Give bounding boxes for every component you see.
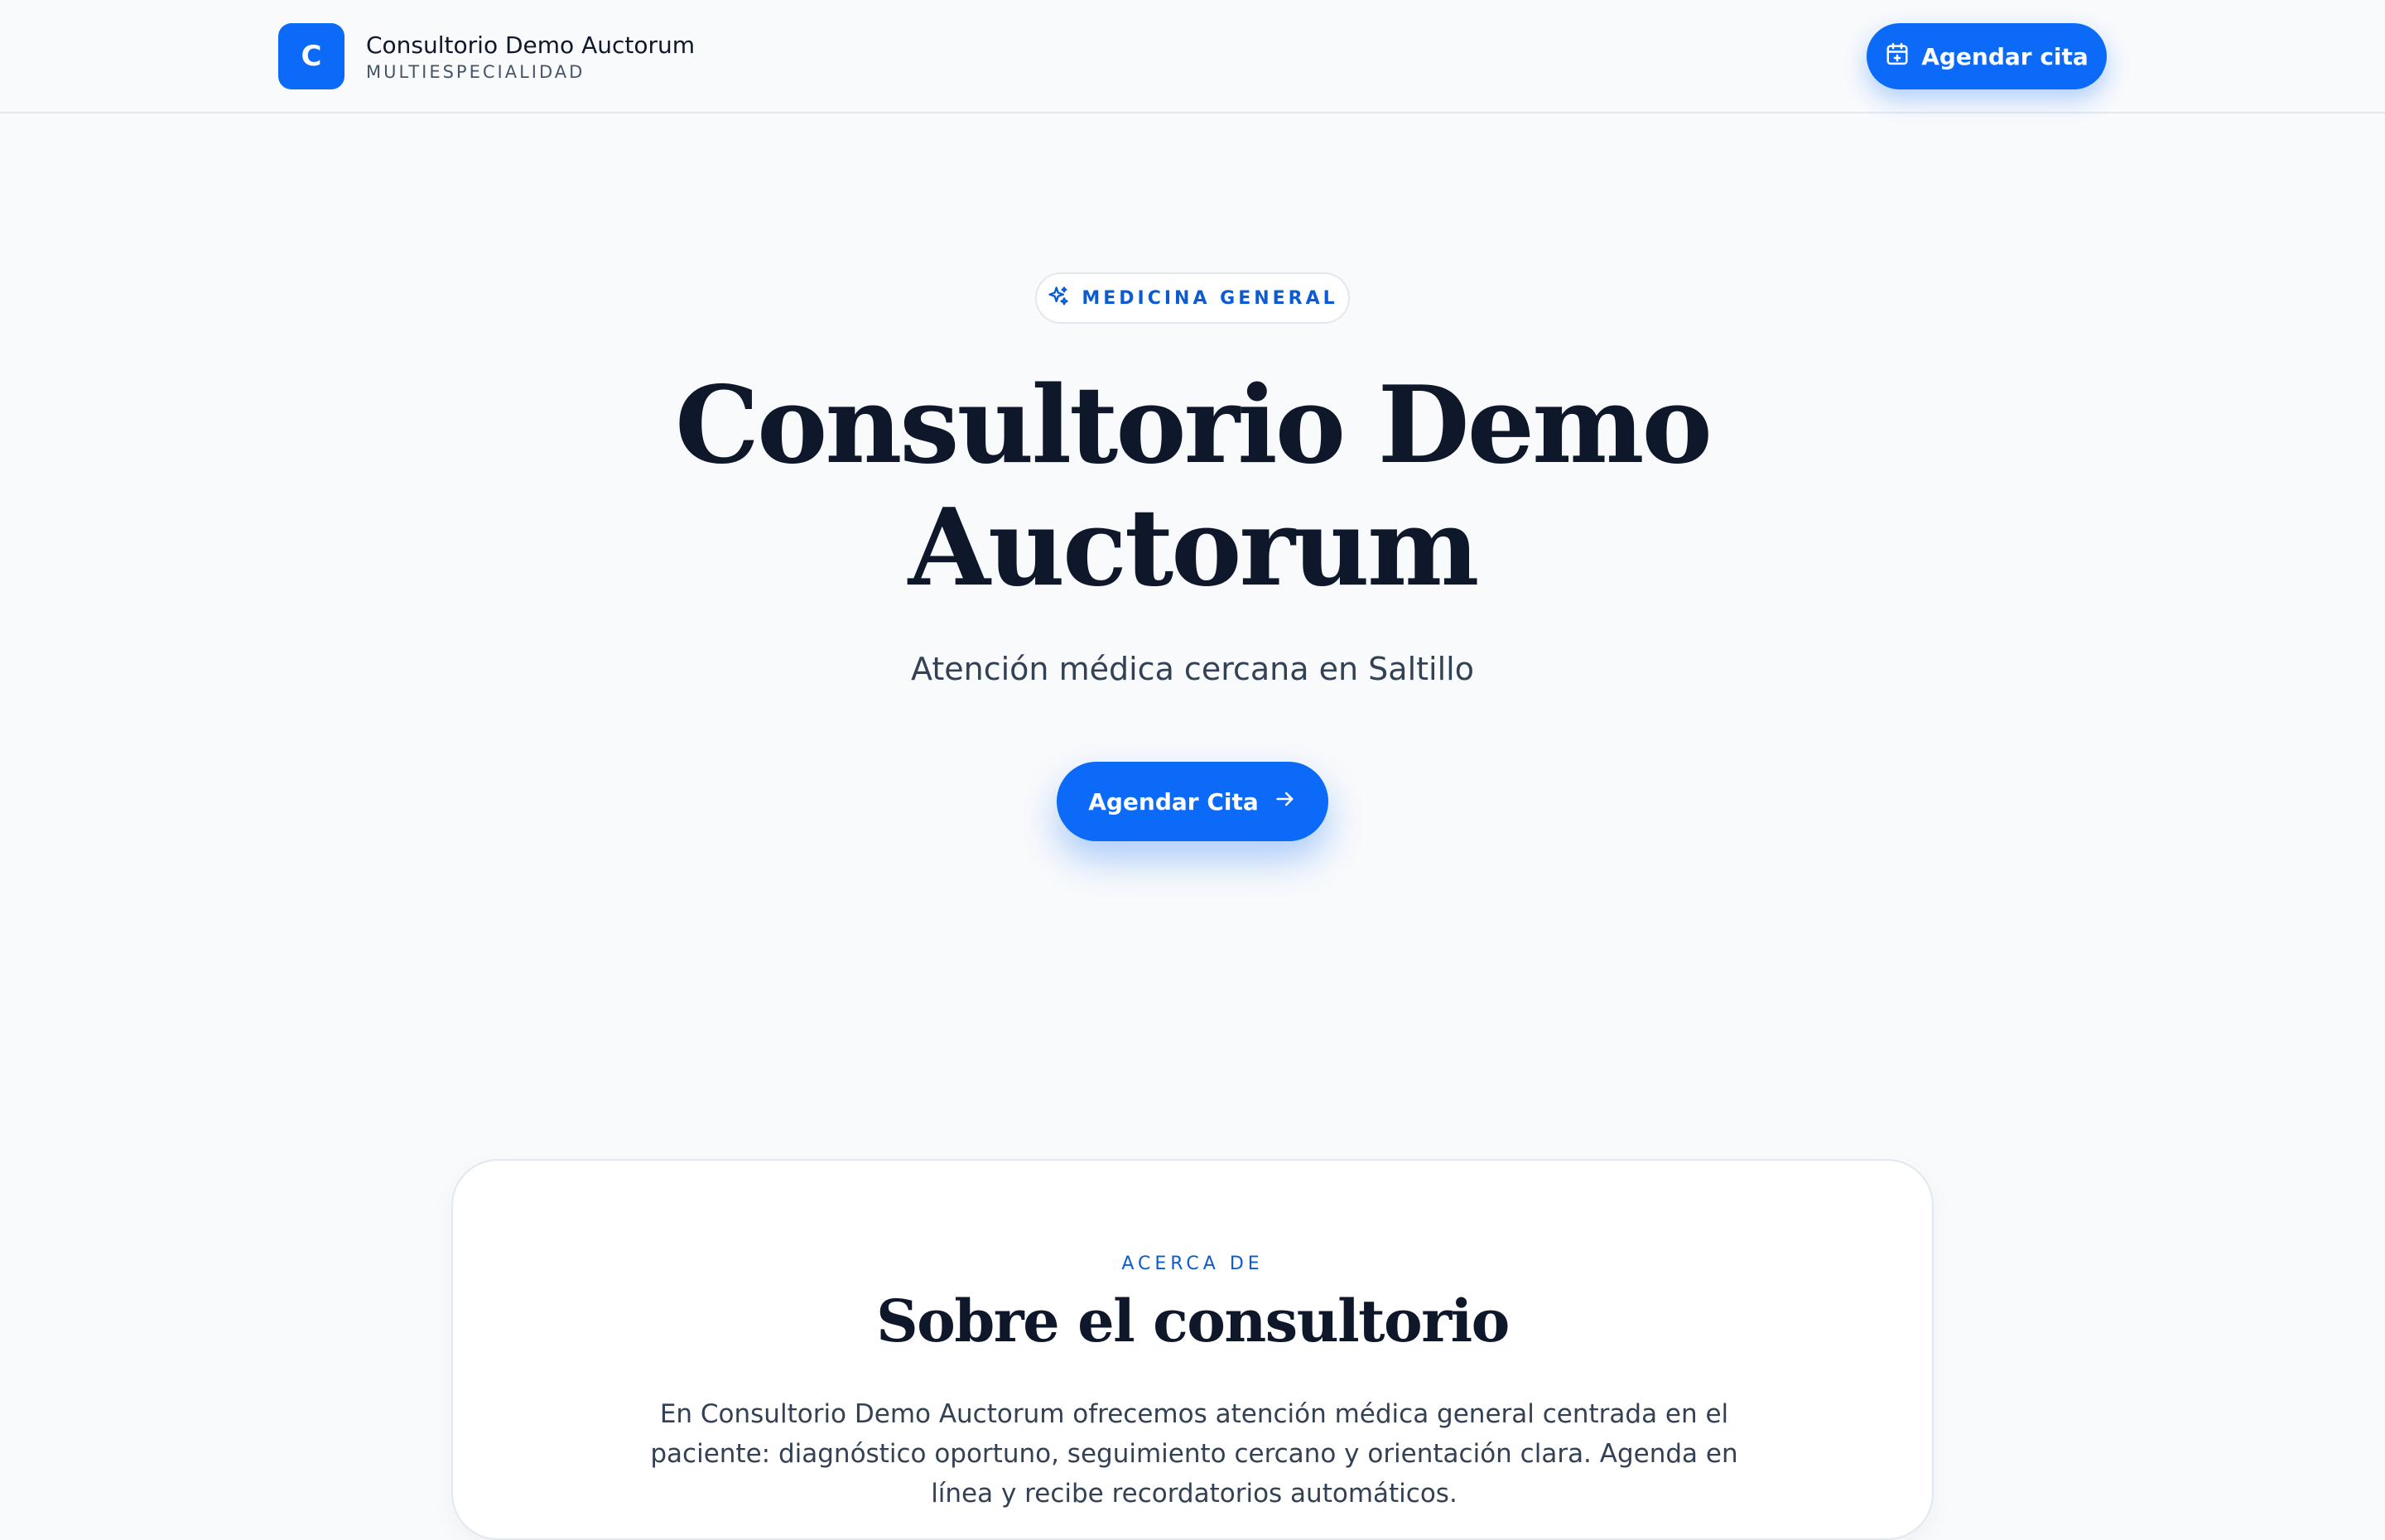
hero-book-appointment-button[interactable]: Agendar Cita: [1057, 762, 1328, 841]
brand-name: Consultorio Demo Auctorum: [366, 31, 696, 59]
hero-cta-label: Agendar Cita: [1088, 787, 1259, 816]
calendar-plus-icon: [1885, 41, 1910, 72]
header-book-appointment-button[interactable]: Agendar cita: [1867, 23, 2107, 89]
sparkles-icon: [1047, 285, 1070, 312]
hero-title: Consultorio Demo Auctorum: [0, 364, 2385, 609]
brand[interactable]: C Consultorio Demo Auctorum MULTIESPECIA…: [278, 23, 695, 89]
brand-subtitle: MULTIESPECIALIDAD: [366, 61, 585, 82]
specialty-chip-label: MEDICINA GENERAL: [1082, 287, 1338, 309]
about-title: Sobre el consultorio: [876, 1287, 1510, 1355]
site-header: C Consultorio Demo Auctorum MULTIESPECIA…: [0, 0, 2385, 113]
header-cta-label: Agendar cita: [1921, 42, 2089, 70]
hero-title-line-1: Consultorio Demo: [675, 363, 1713, 488]
hero-subtitle: Atención médica cercana en Saltillo: [911, 651, 1474, 687]
brand-logo: C: [278, 23, 344, 89]
about-eyebrow: ACERCA DE: [1121, 1254, 1264, 1274]
about-body: En Consultorio Demo Auctorum ofrecemos a…: [650, 1399, 1738, 1509]
arrow-right-icon: [1274, 787, 1297, 816]
about-card: ACERCA DE Sobre el consultorio En Consul…: [451, 1159, 1934, 1540]
hero-title-line-2: Auctorum: [908, 486, 1480, 610]
specialty-chip: MEDICINA GENERAL: [1035, 272, 1350, 324]
brand-text: Consultorio Demo Auctorum MULTIESPECIALI…: [366, 31, 695, 82]
